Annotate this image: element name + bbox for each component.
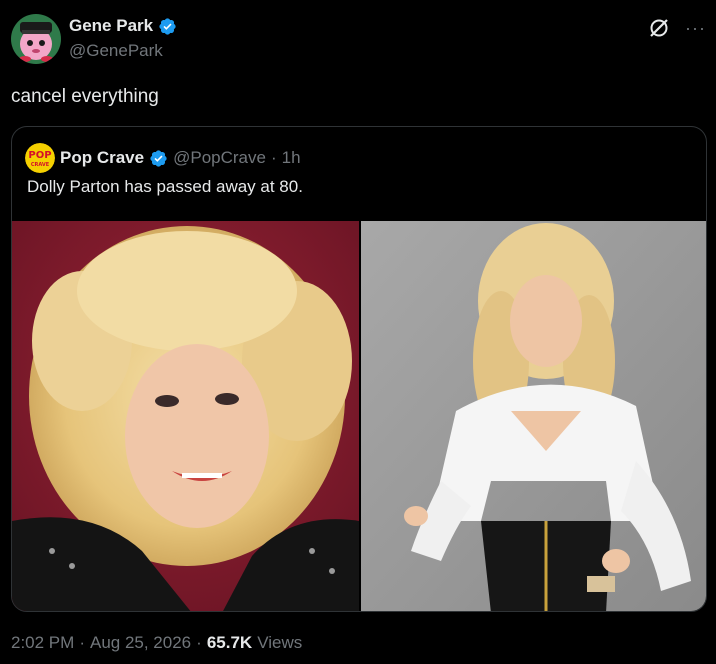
fashion-photo-image [361,221,706,611]
author-name-row: Gene Park [69,16,177,36]
quoted-display-name[interactable]: Pop Crave [60,148,144,168]
post-date[interactable]: Aug 25, 2026 [90,633,191,653]
quoted-time[interactable]: 1h [282,148,301,168]
pop-crave-logo-icon: POP CRAVE [25,143,55,173]
quoted-header: POP CRAVE Pop Crave @PopCrave · 1h [25,143,301,173]
footer-separator-1: · [79,633,85,652]
footer-separator-2: · [196,633,202,652]
grok-icon[interactable] [647,16,671,40]
quoted-separator: · [270,148,277,167]
author-avatar[interactable] [11,14,61,64]
media-photo-2[interactable] [361,221,706,611]
top-actions: ··· [647,16,706,40]
avatar-text: POP [28,150,51,161]
quoted-avatar[interactable]: POP CRAVE [25,143,55,173]
quoted-verified-badge-icon [149,149,168,168]
tweet-footer: 2:02 PM · Aug 25, 2026 · 65.7K Views [11,633,302,653]
author-handle[interactable]: @GenePark [69,41,163,61]
avatar-subtext: CRAVE [31,162,50,168]
author-display-name[interactable]: Gene Park [69,16,153,36]
quoted-text: Dolly Parton has passed away at 80. [27,177,303,196]
quoted-media [12,221,706,611]
portrait-photo-image [12,221,359,611]
views-label: Views [257,633,303,652]
tweet-card: Gene Park @GenePark ··· cancel everythin… [0,0,716,664]
media-photo-1[interactable] [12,221,359,611]
quoted-tweet[interactable]: POP CRAVE Pop Crave @PopCrave · 1h Dolly… [11,126,707,612]
post-time[interactable]: 2:02 PM [11,633,74,653]
quoted-handle[interactable]: @PopCrave [173,148,266,168]
tweet-text: cancel everything [11,86,159,107]
avatar-cartoon-icon [11,14,61,64]
verified-badge-icon [158,17,177,36]
views-count: 65.7K [206,633,253,652]
more-options-icon[interactable]: ··· [685,18,706,38]
